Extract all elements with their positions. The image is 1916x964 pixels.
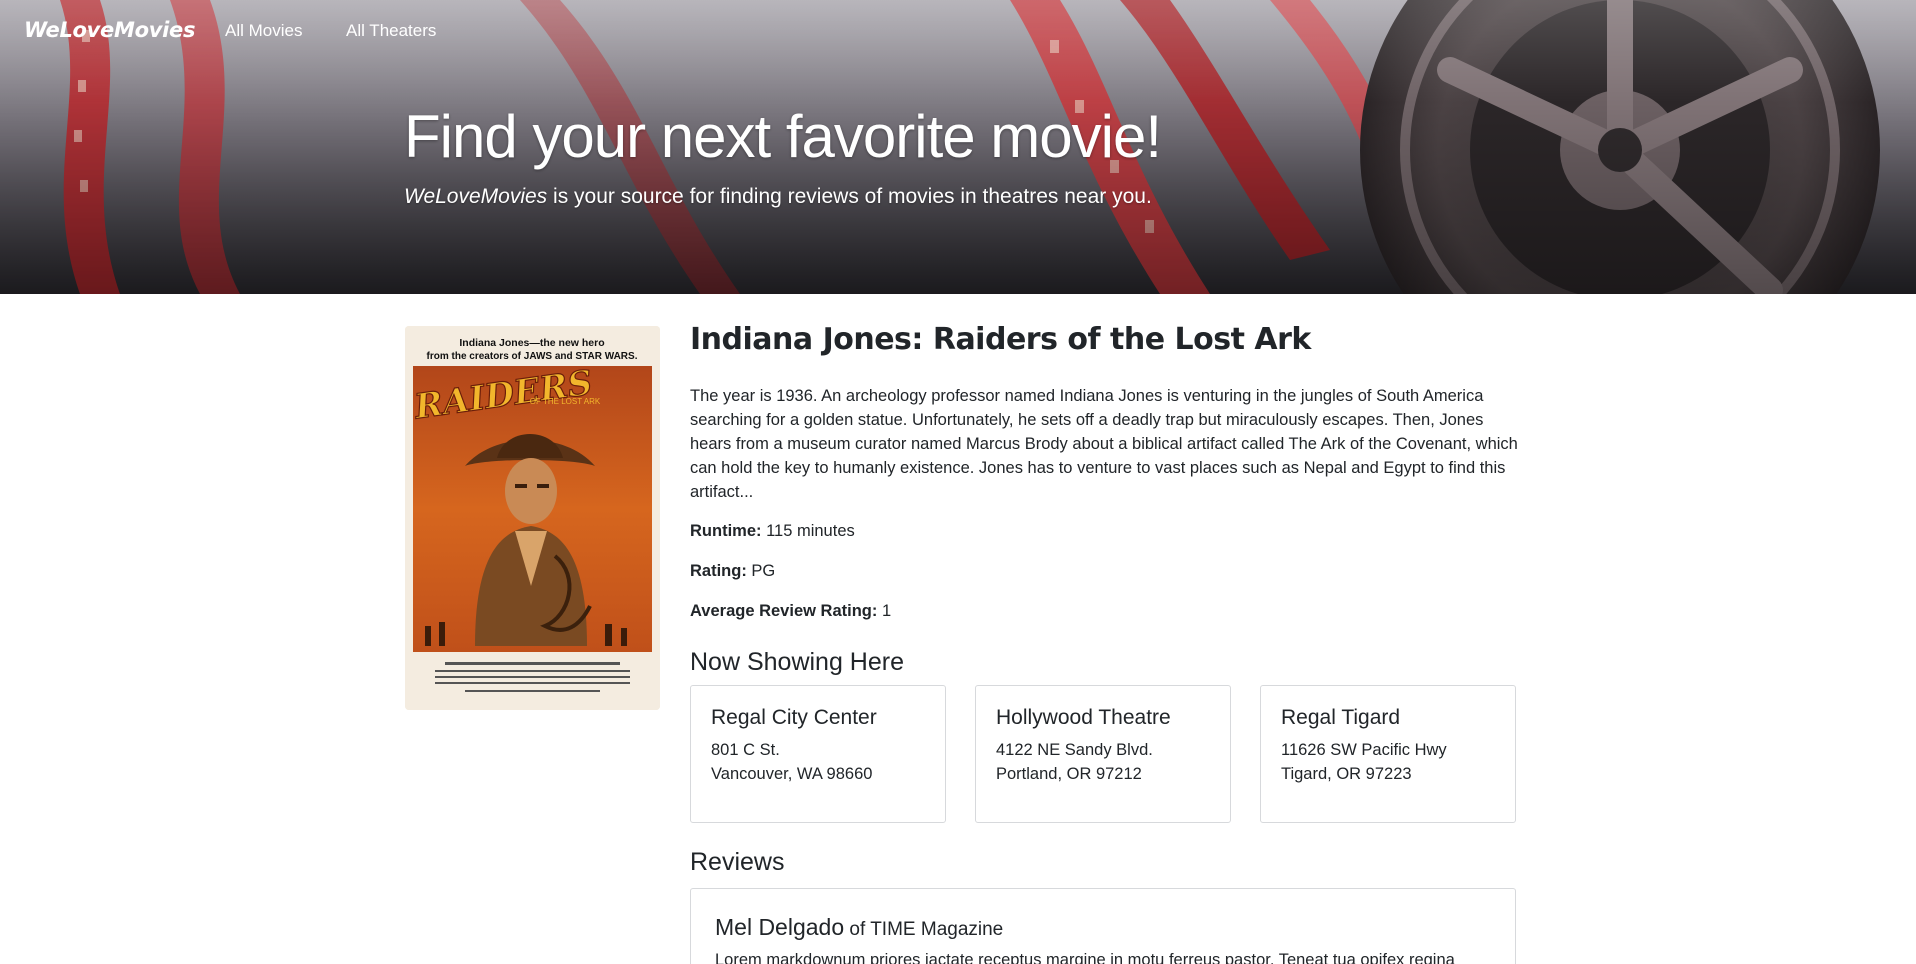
- reviews-heading: Reviews: [690, 848, 785, 876]
- theater-name: Regal Tigard: [1281, 706, 1401, 729]
- theater-address-street: 11626 SW Pacific Hwy: [1281, 741, 1447, 759]
- rating-value: PG: [746, 562, 776, 580]
- theater-address-city: Vancouver, WA 98660: [711, 765, 873, 783]
- theater-name: Regal City Center: [711, 706, 877, 729]
- theater-card[interactable]: Regal Tigard 11626 SW Pacific Hwy Tigard…: [1260, 685, 1516, 823]
- nav-link-all-movies[interactable]: All Movies: [225, 21, 302, 41]
- hero-subtitle-brand: WeLoveMovies: [404, 185, 548, 208]
- poster-artwork: Indiana Jones—the new hero from the crea…: [405, 326, 660, 710]
- movie-rating: Rating: PG: [690, 562, 775, 581]
- poster-logo-sub: OF THE LOST ARK: [530, 397, 601, 406]
- poster-tagline-line2: from the creators of JAWS and STAR WARS.: [427, 351, 638, 362]
- movie-poster-image: Indiana Jones—the new hero from the crea…: [405, 326, 660, 710]
- runtime-value: 115 minutes: [761, 522, 855, 540]
- theater-address-city: Portland, OR 97212: [996, 765, 1142, 783]
- theater-address-street: 801 C St.: [711, 741, 780, 759]
- theater-address-city: Tigard, OR 97223: [1281, 765, 1412, 783]
- top-navbar: WeLoveMovies All Movies All Theaters: [0, 0, 1916, 64]
- movie-average-review-rating: Average Review Rating: 1: [690, 602, 891, 621]
- theater-address-street: 4122 NE Sandy Blvd.: [996, 741, 1153, 759]
- theater-name: Hollywood Theatre: [996, 706, 1171, 729]
- review-card: Mel Delgado of TIME Magazine Lorem markd…: [690, 888, 1516, 964]
- critic-name: Mel Delgado: [715, 914, 845, 940]
- poster-tagline-line1: Indiana Jones—the new hero: [459, 337, 604, 349]
- theater-card[interactable]: Hollywood Theatre 4122 NE Sandy Blvd. Po…: [975, 685, 1231, 823]
- nav-link-all-theaters[interactable]: All Theaters: [346, 21, 436, 41]
- runtime-label: Runtime:: [690, 522, 762, 540]
- movie-title: Indiana Jones: Raiders of the Lost Ark: [690, 322, 1311, 357]
- rating-label: Rating:: [690, 562, 747, 580]
- average-review-label: Average Review Rating:: [690, 602, 878, 620]
- critic-publication: of TIME Magazine: [844, 919, 1004, 940]
- theater-card[interactable]: Regal City Center 801 C St. Vancouver, W…: [690, 685, 946, 823]
- brand-logo-link[interactable]: WeLoveMovies: [24, 18, 195, 42]
- now-showing-heading: Now Showing Here: [690, 648, 904, 676]
- review-text: Lorem markdownum priores iactate receptu…: [715, 951, 1455, 964]
- movie-runtime: Runtime: 115 minutes: [690, 522, 855, 541]
- hero-subtitle: WeLoveMovies is your source for finding …: [404, 184, 1152, 209]
- hero-banner: WeLoveMovies All Movies All Theaters Fin…: [0, 0, 1916, 294]
- hero-title: Find your next favorite movie!: [404, 103, 1162, 170]
- review-header: Mel Delgado of TIME Magazine: [715, 914, 1003, 941]
- hero-subtitle-text: is your source for finding reviews of mo…: [547, 185, 1152, 208]
- movie-description: The year is 1936. An archeology professo…: [690, 387, 1518, 501]
- average-review-value: 1: [877, 602, 892, 620]
